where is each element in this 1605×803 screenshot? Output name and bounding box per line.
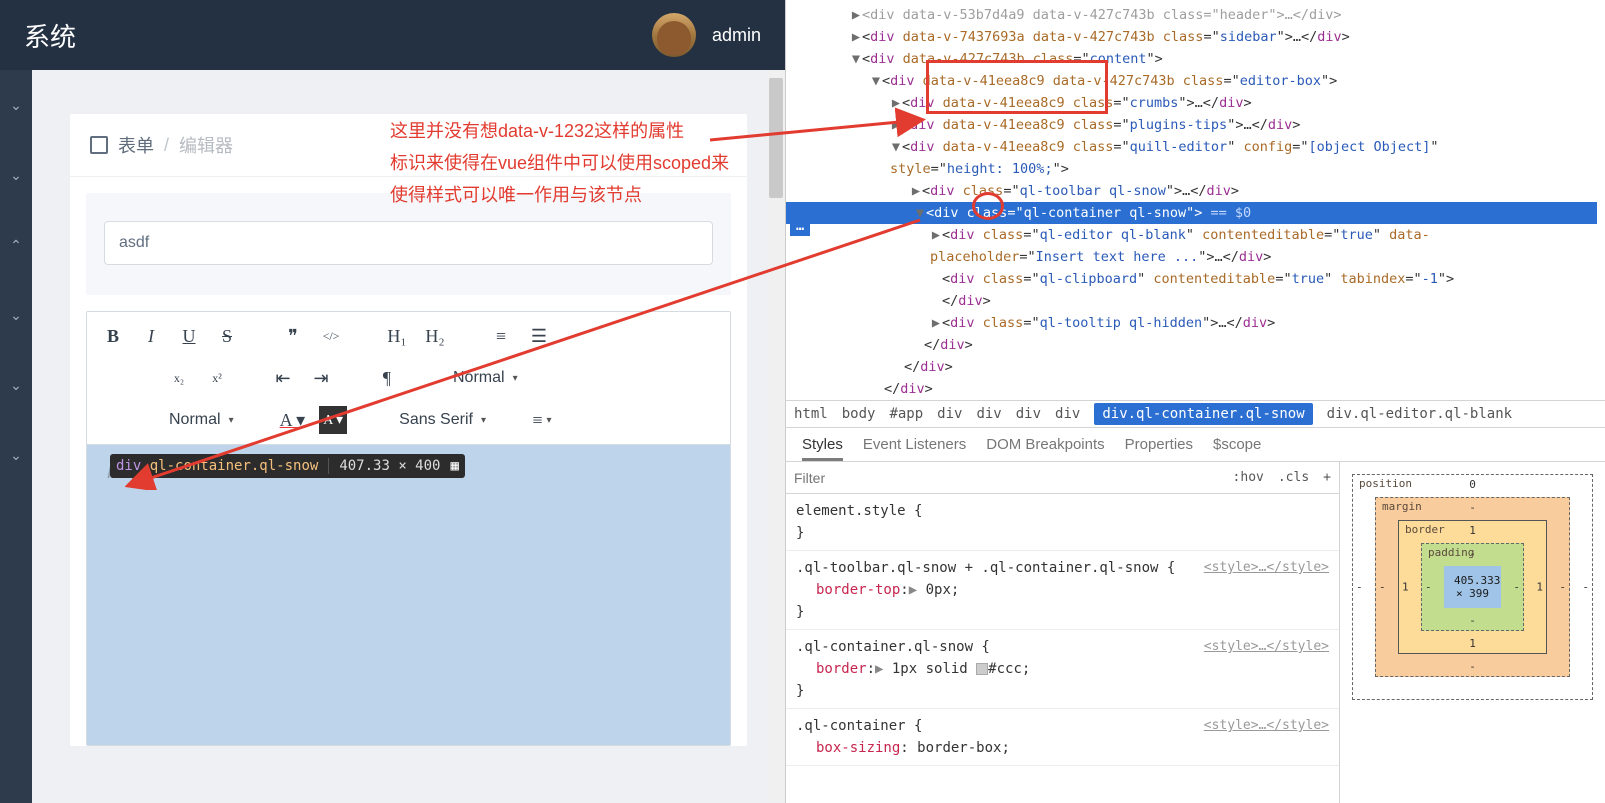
rule-ql-container[interactable]: <style>…</style> .ql-container { box-siz… bbox=[786, 709, 1339, 766]
text-color-button[interactable]: A ▾ bbox=[276, 406, 310, 434]
header-select[interactable]: Normal bbox=[165, 406, 238, 434]
title-input[interactable] bbox=[104, 221, 713, 265]
indent-button[interactable]: ⇤ bbox=[269, 364, 297, 392]
font-select[interactable]: Sans Serif bbox=[395, 406, 490, 434]
username: admin bbox=[712, 25, 761, 46]
dom-tree[interactable]: ▶<div data-v-53b7d4a9 data-v-427c743b cl… bbox=[786, 0, 1605, 400]
ordered-list-button[interactable]: ≡ bbox=[487, 322, 515, 350]
card: 表单 / 编辑器 B I U S ❞ </> bbox=[70, 114, 747, 746]
editor: B I U S ❞ </> H₁ H₂ ≡ ☰ bbox=[86, 311, 731, 746]
editor-toolbar: B I U S ❞ </> H₁ H₂ ≡ ☰ bbox=[87, 312, 730, 445]
styles-tabs: Styles Event Listeners DOM Breakpoints P… bbox=[786, 428, 1605, 462]
form-icon bbox=[90, 136, 108, 154]
breadcrumb-item-1[interactable]: 表单 bbox=[118, 132, 154, 158]
superscript-button[interactable]: x² bbox=[203, 364, 231, 392]
tab-scope[interactable]: $scope bbox=[1213, 436, 1261, 453]
add-rule-button[interactable]: + bbox=[1323, 470, 1331, 485]
blockquote-button[interactable]: ❞ bbox=[279, 322, 307, 350]
tab-properties[interactable]: Properties bbox=[1125, 436, 1193, 453]
h1-button[interactable]: H₁ bbox=[383, 322, 411, 350]
breadcrumb-sep: / bbox=[164, 135, 169, 156]
direction-button[interactable]: ¶ bbox=[373, 364, 401, 392]
strike-button[interactable]: S bbox=[213, 322, 241, 350]
tab-styles[interactable]: Styles bbox=[802, 436, 843, 461]
italic-button[interactable]: I bbox=[137, 322, 165, 350]
avatar[interactable] bbox=[652, 13, 696, 57]
selected-dom-row[interactable]: ▼<div class="ql-container ql-snow"> == $… bbox=[786, 202, 1597, 224]
styles-panel[interactable]: :hov .cls + element.style { } <style>…</… bbox=[786, 462, 1340, 803]
input-area bbox=[86, 193, 731, 295]
scrollbar[interactable] bbox=[767, 70, 785, 802]
color-icon: ▦ bbox=[450, 458, 458, 474]
cls-toggle[interactable]: .cls bbox=[1278, 470, 1309, 485]
bold-button[interactable]: B bbox=[99, 322, 127, 350]
dom-breadcrumb[interactable]: html body #app div div div div div.ql-co… bbox=[786, 400, 1605, 428]
breadcrumb-item-2: 编辑器 bbox=[179, 132, 233, 158]
outdent-button[interactable]: ⇥ bbox=[307, 364, 335, 392]
bg-color-button[interactable]: A ▾ bbox=[319, 406, 347, 434]
size-select[interactable]: Normal bbox=[449, 364, 522, 392]
rule-element-style[interactable]: element.style { } bbox=[786, 494, 1339, 551]
tab-dom-breakpoints[interactable]: DOM Breakpoints bbox=[986, 436, 1104, 453]
underline-button[interactable]: U bbox=[175, 322, 203, 350]
box-model-panel: position 0-- margin ---- border 1111 pad… bbox=[1340, 462, 1605, 803]
tab-event-listeners[interactable]: Event Listeners bbox=[863, 436, 966, 453]
breadcrumb: 表单 / 编辑器 bbox=[70, 114, 747, 177]
inspector-tooltip: div.ql-container.ql-snow 407.33 × 400 ▦ bbox=[110, 454, 465, 478]
editor-content[interactable]: Insert text here ... bbox=[87, 445, 730, 745]
selection-ellipsis[interactable]: … bbox=[790, 216, 810, 236]
subscript-button[interactable]: x₂ bbox=[165, 364, 193, 392]
color-swatch[interactable] bbox=[976, 663, 988, 675]
breadcrumb-current[interactable]: div.ql-container.ql-snow bbox=[1094, 403, 1312, 425]
devtools: ▶<div data-v-53b7d4a9 data-v-427c743b cl… bbox=[785, 0, 1605, 803]
rule-ql-container-snow[interactable]: <style>…</style> .ql-container.ql-snow {… bbox=[786, 630, 1339, 709]
box-content: 405.333 × 399 bbox=[1444, 566, 1501, 608]
h2-button[interactable]: H₂ bbox=[421, 322, 449, 350]
unordered-list-button[interactable]: ☰ bbox=[525, 322, 553, 350]
app-title: 系统 bbox=[24, 17, 76, 54]
styles-filter-input[interactable] bbox=[794, 470, 1223, 486]
hov-toggle[interactable]: :hov bbox=[1233, 470, 1264, 485]
app-header: 系统 admin bbox=[0, 0, 785, 70]
codeblock-button[interactable]: </> bbox=[317, 322, 345, 350]
app-pane: 系统 admin ⌄ ⌄ ⌃ ⌄ ⌄ ⌄ 表单 / 编辑器 bbox=[0, 0, 785, 803]
rule-ql-toolbar-container[interactable]: <style>…</style> .ql-toolbar.ql-snow + .… bbox=[786, 551, 1339, 630]
align-button[interactable]: ≡ bbox=[528, 406, 556, 434]
